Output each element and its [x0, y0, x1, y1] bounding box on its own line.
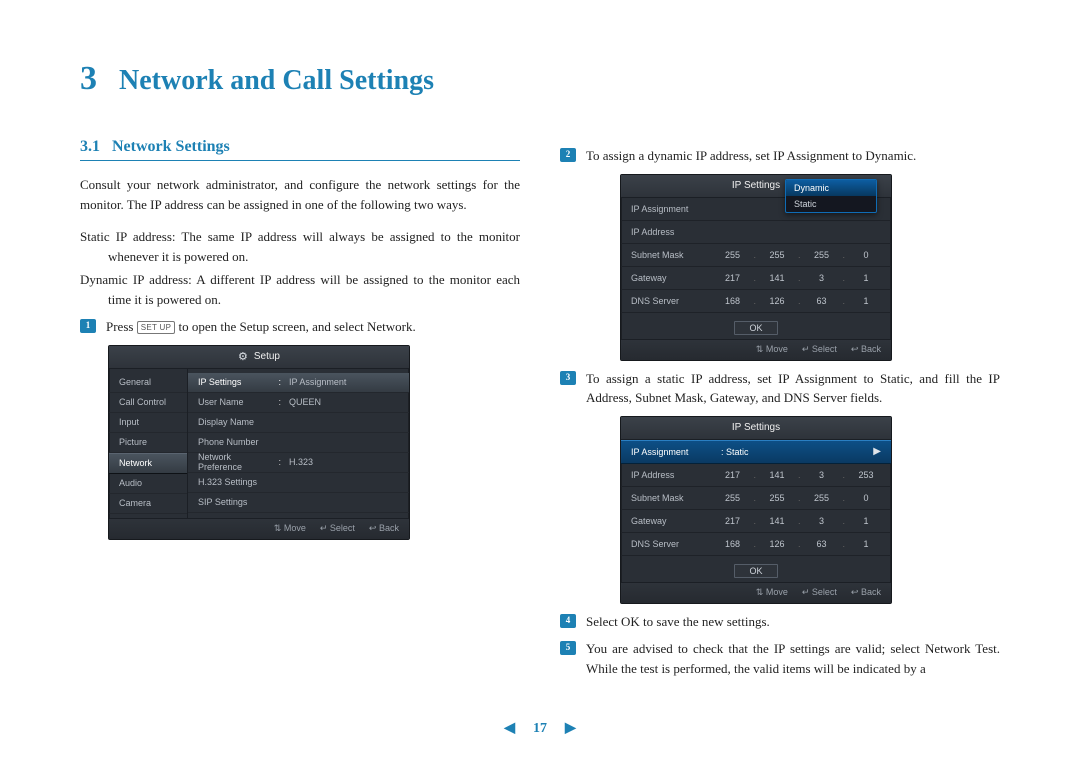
back-icon: ↩	[851, 587, 859, 597]
sidebar-item-audio[interactable]: Audio	[109, 474, 187, 494]
row-phone-number[interactable]: Phone Number	[188, 433, 409, 453]
step3-text: To assign a static IP address, set IP As…	[586, 369, 1000, 408]
row-ip-settings[interactable]: IP Settings : IP Assignment	[188, 373, 409, 393]
updown-icon: ⇅	[756, 587, 764, 597]
step-4: 4 Select OK to save the new settings.	[560, 612, 1000, 632]
prev-page-icon[interactable]: ◀	[504, 720, 515, 737]
chevron-right-icon: ▶	[873, 446, 881, 457]
definition-static: Static IP addressThe same IP address wil…	[80, 227, 520, 266]
setup-footer: ⇅ Move ↵ Select ↩ Back	[109, 518, 409, 539]
row-ip-address[interactable]: IP Address 217 141 3 253	[621, 464, 891, 487]
ip-title: IP Settings	[732, 180, 780, 191]
sidebar-item-call-control[interactable]: Call Control	[109, 393, 187, 413]
sidebar-item-camera[interactable]: Camera	[109, 494, 187, 514]
enter-icon: ↵	[802, 587, 810, 597]
ip-footer: ⇅ Move ↵ Select ↩ Back	[621, 582, 891, 603]
section-title: Network Settings	[112, 138, 230, 155]
screenshot-setup: ⚙ Setup General Call Control Input Pictu…	[108, 345, 410, 540]
row-user-name[interactable]: User Name : QUEEN	[188, 393, 409, 413]
row-gateway[interactable]: Gateway 217 141 3 1	[621, 510, 891, 533]
section-number: 3.1	[80, 138, 100, 155]
row-ip-address[interactable]: IP Address	[621, 221, 891, 244]
enter-icon: ↵	[802, 344, 810, 354]
chapter-heading: 3 Network and Call Settings	[80, 60, 1000, 98]
ok-button[interactable]: OK	[734, 564, 777, 578]
step-number-badge: 4	[560, 614, 576, 628]
page-navigation: ◀ 17 ▶	[80, 720, 1000, 737]
row-ip-assignment[interactable]: IP Assignment : Static ▶	[621, 440, 891, 464]
row-subnet-mask[interactable]: Subnet Mask 255 255 255 0	[621, 244, 891, 267]
row-network-preference[interactable]: Network Preference : H.323	[188, 453, 409, 473]
back-icon: ↩	[369, 523, 377, 533]
updown-icon: ⇅	[274, 523, 282, 533]
ok-button[interactable]: OK	[734, 321, 777, 335]
sidebar-item-general[interactable]: General	[109, 373, 187, 393]
chapter-title: Network and Call Settings	[119, 65, 434, 97]
ip-title: IP Settings	[732, 422, 780, 433]
step-2: 2 To assign a dynamic IP address, set IP…	[560, 146, 1000, 166]
step-number-badge: 5	[560, 641, 576, 655]
setup-sidebar: General Call Control Input Picture Netwo…	[109, 369, 188, 518]
sidebar-item-picture[interactable]: Picture	[109, 433, 187, 453]
step-1: 1 Press SET UP to open the Setup screen,…	[80, 317, 520, 337]
screenshot-ip-dynamic: IP Settings IP Assignment Dynamic Static…	[620, 174, 892, 361]
row-sip-settings[interactable]: SIP Settings	[188, 493, 409, 513]
manual-page: 3 Network and Call Settings 3.1 Network …	[0, 0, 1080, 757]
updown-icon: ⇅	[756, 344, 764, 354]
row-subnet-mask[interactable]: Subnet Mask 255 255 255 0	[621, 487, 891, 510]
step4-text: Select OK to save the new settings.	[586, 612, 1000, 632]
step5-text: You are advised to check that the IP set…	[586, 639, 1000, 678]
step-3: 3 To assign a static IP address, set IP …	[560, 369, 1000, 408]
dropdown-option-dynamic[interactable]: Dynamic	[786, 180, 876, 196]
row-display-name[interactable]: Display Name	[188, 413, 409, 433]
sidebar-item-input[interactable]: Input	[109, 413, 187, 433]
definition-dynamic: Dynamic IP addressA different IP address…	[80, 270, 520, 309]
setup-main: IP Settings : IP Assignment User Name : …	[188, 369, 409, 518]
ip-footer: ⇅ Move ↵ Select ↩ Back	[621, 339, 891, 360]
row-h323-settings[interactable]: H.323 Settings	[188, 473, 409, 493]
definition-term: Static IP address	[80, 229, 172, 244]
step2-text: To assign a dynamic IP address, set IP A…	[586, 146, 1000, 166]
dropdown-option-static[interactable]: Static	[786, 196, 876, 212]
row-gateway[interactable]: Gateway 217 141 3 1	[621, 267, 891, 290]
left-column: 3.1 Network Settings Consult your networ…	[80, 138, 520, 686]
step-number-badge: 3	[560, 371, 576, 385]
row-dns-server[interactable]: DNS Server 168 126 63 1	[621, 290, 891, 313]
row-dns-server[interactable]: DNS Server 168 126 63 1	[621, 533, 891, 556]
step1-text-a: Press	[106, 319, 137, 334]
step-5: 5 You are advised to check that the IP s…	[560, 639, 1000, 678]
sidebar-item-network[interactable]: Network	[109, 453, 187, 474]
chapter-number: 3	[80, 60, 97, 98]
enter-icon: ↵	[320, 523, 328, 533]
step1-text-b: to open the Setup screen, and select Net…	[179, 319, 416, 334]
step-number-badge: 1	[80, 319, 96, 333]
next-page-icon[interactable]: ▶	[565, 720, 576, 737]
gear-icon: ⚙	[238, 350, 248, 363]
back-icon: ↩	[851, 344, 859, 354]
setup-title: Setup	[254, 351, 280, 362]
definition-term: Dynamic IP address	[80, 272, 188, 287]
assignment-dropdown[interactable]: Dynamic Static	[785, 179, 877, 213]
step-number-badge: 2	[560, 148, 576, 162]
setup-key-icon: SET UP	[137, 321, 176, 334]
right-column: 2 To assign a dynamic IP address, set IP…	[560, 138, 1000, 686]
screenshot-ip-static: IP Settings IP Assignment : Static ▶ IP …	[620, 416, 892, 604]
intro-paragraph: Consult your network administrator, and …	[80, 175, 520, 214]
section-heading: 3.1 Network Settings	[80, 138, 520, 161]
page-number: 17	[533, 721, 547, 737]
